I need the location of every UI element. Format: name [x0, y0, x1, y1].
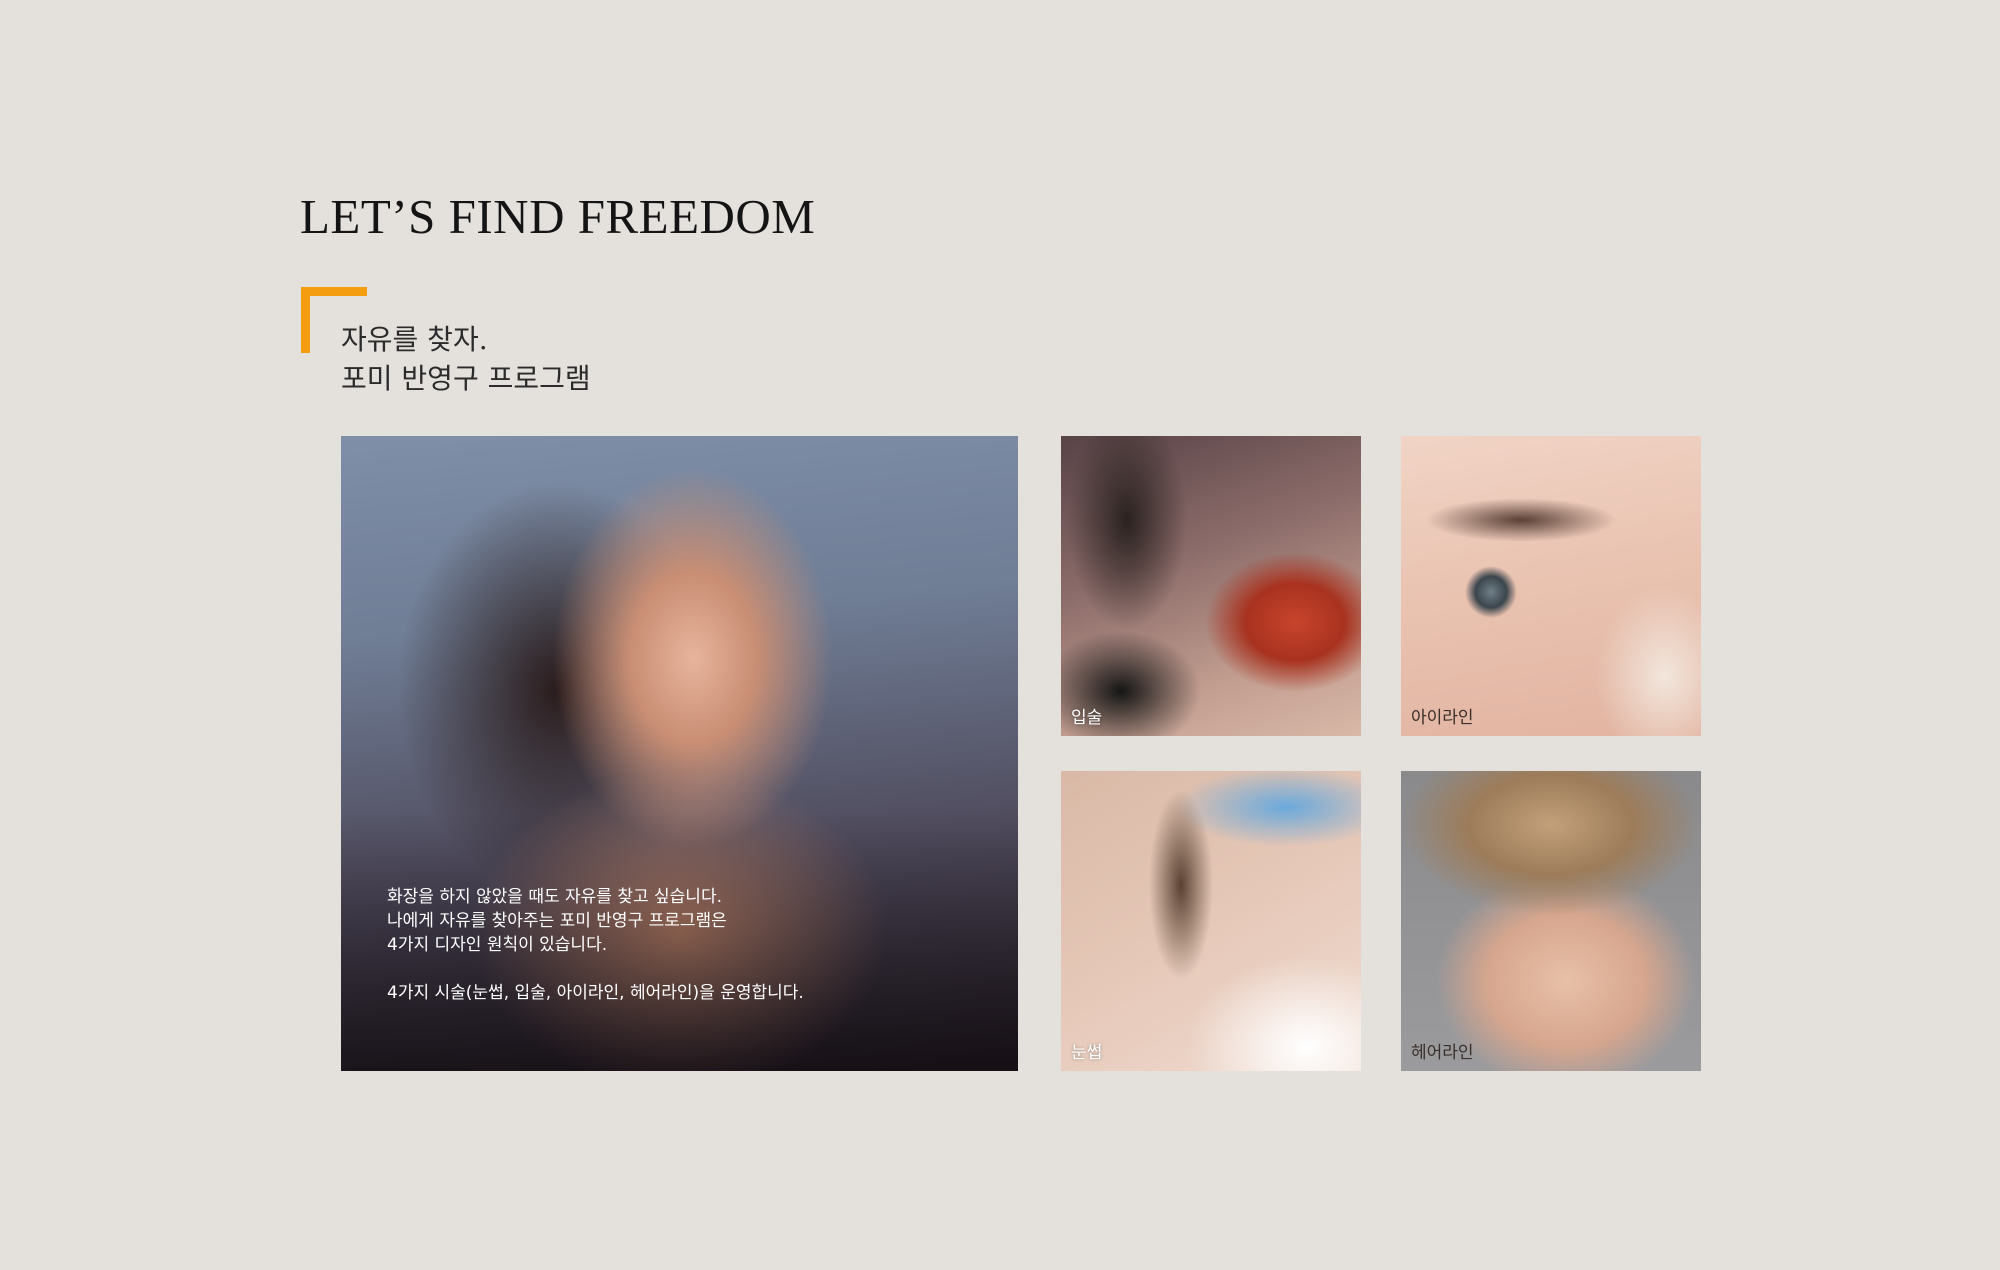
- subtitle-line-2: 포미 반영구 프로그램: [341, 362, 591, 395]
- gallery-label-lips: 입술: [1071, 708, 1103, 728]
- gallery-item-eyeliner[interactable]: 아이라인: [1401, 436, 1701, 736]
- caption-line-3: 4가지 디자인 원칙이 있습니다.: [387, 935, 608, 955]
- caption-line-2: 나에게 자유를 찾아주는 포미 반영구 프로그램은: [387, 911, 727, 931]
- subtitle: 자유를 찾자. 포미 반영구 프로그램: [341, 320, 591, 398]
- gallery-item-hairline[interactable]: 헤어라인: [1401, 771, 1701, 1071]
- gallery-item-eyebrow[interactable]: 눈썹: [1061, 771, 1361, 1071]
- gallery-item-lips[interactable]: 입술: [1061, 436, 1361, 736]
- gallery-label-hairline: 헤어라인: [1411, 1043, 1474, 1063]
- caption-paragraph-2: 4가지 시술(눈썹, 입술, 아이라인, 헤어라인)을 운영합니다.: [387, 983, 804, 1003]
- caption-paragraph-1: 화장을 하지 않았을 때도 자유를 찾고 싶습니다. 나에게 자유를 찾아주는 …: [387, 885, 947, 957]
- main-photo-caption: 화장을 하지 않았을 때도 자유를 찾고 싶습니다. 나에게 자유를 찾아주는 …: [387, 885, 947, 1005]
- gallery-label-eyeliner: 아이라인: [1411, 708, 1474, 728]
- gallery-label-eyebrow: 눈썹: [1071, 1043, 1103, 1063]
- caption-line-1: 화장을 하지 않았을 때도 자유를 찾고 싶습니다.: [387, 887, 722, 907]
- subtitle-line-1: 자유를 찾자.: [341, 323, 488, 356]
- main-photo-woman-in-water: 화장을 하지 않았을 때도 자유를 찾고 싶습니다. 나에게 자유를 찾아주는 …: [341, 436, 1018, 1071]
- page-title: LET’S FIND FREEDOM: [300, 189, 816, 244]
